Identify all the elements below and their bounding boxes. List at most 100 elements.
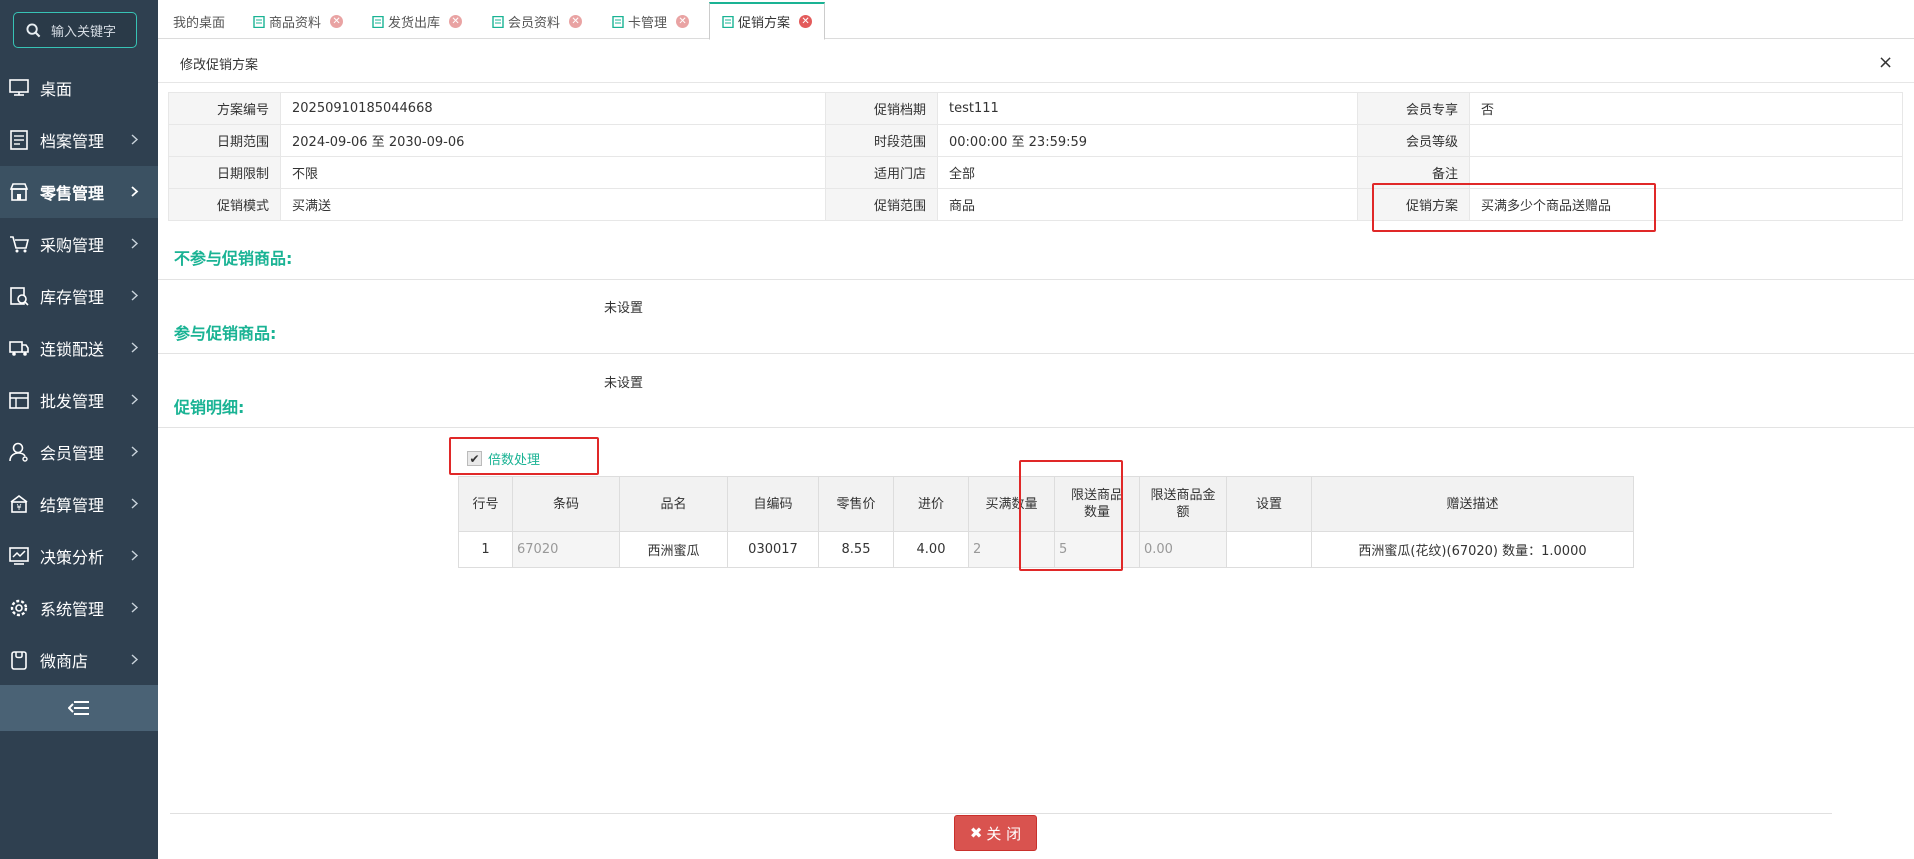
tab-promotion-plan[interactable]: 促销方案 ✕ xyxy=(709,2,826,40)
chevron-right-icon xyxy=(131,602,139,613)
wholesale-icon xyxy=(8,389,30,411)
column-header: 零售价 xyxy=(818,476,894,532)
row-number-cell: 1 xyxy=(458,531,513,568)
highlight-box xyxy=(449,437,599,475)
analysis-icon xyxy=(8,545,30,567)
close-icon[interactable]: × xyxy=(1878,52,1893,73)
document-icon xyxy=(492,15,504,28)
tab-shipping[interactable]: 发货出库 ✕ xyxy=(372,4,463,39)
sidebar-item-label: 连锁配送 xyxy=(40,340,105,359)
close-icon[interactable]: ✕ xyxy=(676,15,690,28)
close-icon[interactable]: ✕ xyxy=(330,15,344,28)
sidebar-item-label: 决策分析 xyxy=(40,548,105,567)
sidebar-collapse-button[interactable] xyxy=(0,685,158,731)
limit-amount-cell[interactable]: 0.00 xyxy=(1139,531,1227,568)
divider xyxy=(170,813,1832,814)
tab-bar: 我的桌面 商品资料 ✕ 发货出库 ✕ 会员资料 ✕ 卡管理 ✕ 促销方案 ✕ xyxy=(158,0,1914,40)
search-icon xyxy=(26,22,41,37)
sidebar-item-label: 库存管理 xyxy=(40,288,105,307)
svg-text:¥: ¥ xyxy=(16,503,21,512)
tab-label: 商品资料 xyxy=(269,16,322,31)
settings-icon xyxy=(8,597,30,619)
column-header: 条码 xyxy=(512,476,620,532)
sidebar-item-settlement[interactable]: ¥ 结算管理 xyxy=(0,478,158,530)
sidebar-item-microshop[interactable]: 微商店 xyxy=(0,634,158,686)
field-label: 时段范围 xyxy=(825,124,938,157)
sidebar-item-label: 档案管理 xyxy=(40,132,105,151)
stock-icon xyxy=(8,285,30,307)
shop-icon xyxy=(8,649,30,671)
promotion-period-value: test111 xyxy=(937,92,1358,125)
purchase-price-cell: 4.00 xyxy=(893,531,969,568)
sidebar-item-member[interactable]: 会员管理 xyxy=(0,426,158,478)
field-label: 促销范围 xyxy=(825,188,938,221)
settlement-icon: ¥ xyxy=(8,493,30,515)
menu-collapse-icon xyxy=(68,701,89,715)
close-icon[interactable]: ✕ xyxy=(449,15,463,28)
member-level-value xyxy=(1469,124,1903,157)
field-label: 日期范围 xyxy=(168,124,281,157)
column-header: 限送商品金额 xyxy=(1139,476,1227,532)
chevron-right-icon xyxy=(131,238,139,249)
store-icon xyxy=(8,181,30,203)
dialog-title: 修改促销方案 xyxy=(180,58,259,73)
promotion-scope-value: 商品 xyxy=(937,188,1358,221)
tab-member-data[interactable]: 会员资料 ✕ xyxy=(492,4,583,39)
monitor-icon xyxy=(8,77,30,99)
time-range-value: 00:00:00 至 23:59:59 xyxy=(937,124,1358,157)
sidebar-item-label: 会员管理 xyxy=(40,444,105,463)
settings-cell[interactable] xyxy=(1226,531,1312,568)
tab-label: 我的桌面 xyxy=(173,16,226,31)
sidebar-item-purchase[interactable]: 采购管理 xyxy=(0,218,158,270)
field-label: 会员专享 xyxy=(1357,92,1470,125)
sidebar-item-retail[interactable]: 零售管理 xyxy=(0,166,158,218)
search-placeholder: 输入关键字 xyxy=(51,24,117,40)
retail-price-cell: 8.55 xyxy=(818,531,894,568)
close-button[interactable]: ✖ 关 闭 xyxy=(954,815,1037,851)
divider xyxy=(158,427,1914,428)
sidebar-item-system[interactable]: 系统管理 xyxy=(0,582,158,634)
search-input[interactable]: 输入关键字 xyxy=(13,12,137,48)
barcode-cell[interactable]: 67020 xyxy=(512,531,620,568)
sidebar-item-label: 零售管理 xyxy=(40,184,105,203)
chevron-right-icon xyxy=(131,654,139,665)
tab-product-data[interactable]: 商品资料 ✕ xyxy=(253,4,344,39)
sidebar-item-label: 微商店 xyxy=(40,652,89,671)
plan-number-value: 20250910185044668 xyxy=(280,92,826,125)
close-icon[interactable]: ✕ xyxy=(569,15,583,28)
product-name-cell: 西洲蜜瓜 xyxy=(619,531,728,568)
sidebar: 输入关键字 桌面 档案管理 零售管理 采购管理 库存管理 连锁配送 批发管理 会… xyxy=(0,0,158,859)
sidebar-item-label: 桌面 xyxy=(40,80,73,99)
sidebar-item-wholesale[interactable]: 批发管理 xyxy=(0,374,158,426)
chevron-right-icon xyxy=(131,186,139,197)
close-icon[interactable]: ✕ xyxy=(799,15,813,28)
member-icon xyxy=(8,441,30,463)
chevron-right-icon xyxy=(131,446,139,457)
tab-label: 发货出库 xyxy=(388,16,441,31)
gift-description-cell: 西洲蜜瓜(花纹)(67020) 数量：1.0000 xyxy=(1311,531,1634,568)
close-button-label: 关 闭 xyxy=(986,824,1022,843)
field-label: 会员等级 xyxy=(1357,124,1470,157)
promotion-mode-value: 买满送 xyxy=(280,188,826,221)
chevron-right-icon xyxy=(131,342,139,353)
section-title-detail: 促销明细: xyxy=(174,398,245,417)
applicable-store-value: 全部 xyxy=(937,156,1358,189)
tab-label: 会员资料 xyxy=(508,16,561,31)
sidebar-item-label: 采购管理 xyxy=(40,236,105,255)
self-code-cell: 030017 xyxy=(727,531,819,568)
purchase-icon xyxy=(8,233,30,255)
chevron-right-icon xyxy=(131,290,139,301)
archive-icon xyxy=(8,129,30,151)
sidebar-item-archive[interactable]: 档案管理 xyxy=(0,114,158,166)
sidebar-item-delivery[interactable]: 连锁配送 xyxy=(0,322,158,374)
highlight-box xyxy=(1019,460,1123,571)
sidebar-item-desktop[interactable]: 桌面 xyxy=(0,62,158,114)
tab-my-desktop[interactable]: 我的桌面 xyxy=(173,4,225,39)
member-exclusive-value: 否 xyxy=(1469,92,1903,125)
tab-card-management[interactable]: 卡管理 ✕ xyxy=(612,4,690,39)
chevron-right-icon xyxy=(131,394,139,405)
column-header: 设置 xyxy=(1226,476,1312,532)
sidebar-item-stock[interactable]: 库存管理 xyxy=(0,270,158,322)
sidebar-item-analysis[interactable]: 决策分析 xyxy=(0,530,158,582)
chevron-right-icon xyxy=(131,134,139,145)
